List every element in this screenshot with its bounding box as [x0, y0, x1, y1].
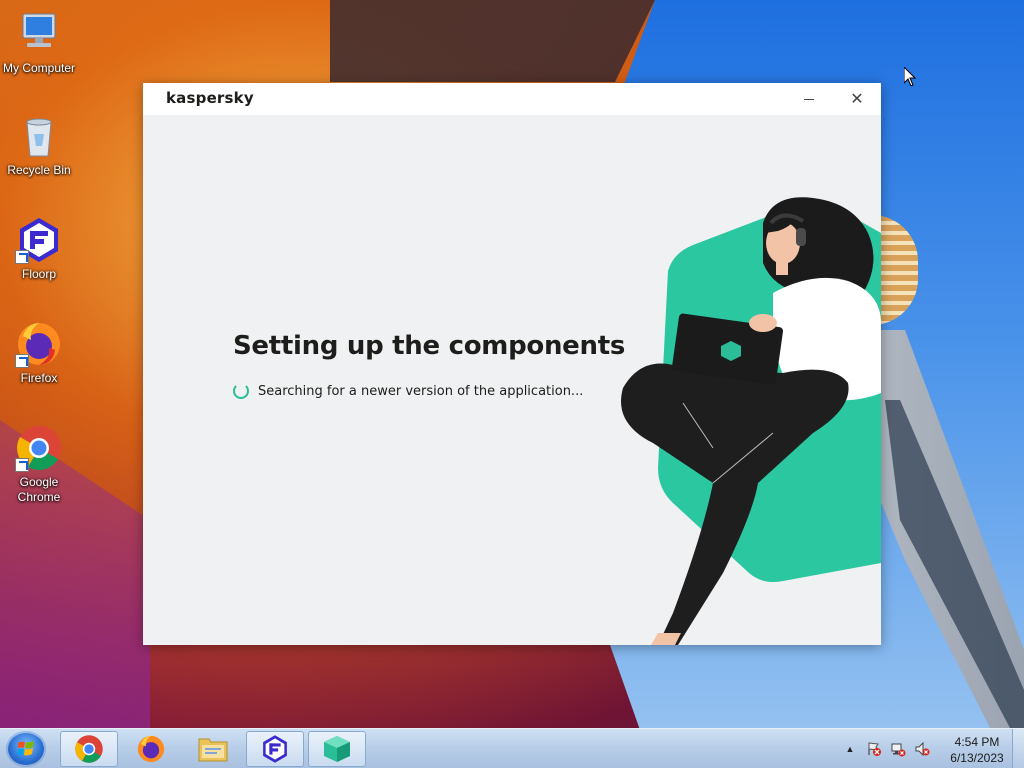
- desktop-icon-label: Floorp: [21, 267, 56, 281]
- clock-date: 6/13/2023: [950, 751, 1004, 765]
- folder-icon: [198, 738, 228, 762]
- taskbar-button-kaspersky[interactable]: [308, 731, 366, 767]
- chrome-icon: [15, 424, 63, 472]
- network-icon[interactable]: [890, 741, 906, 757]
- desktop-icon-label: My Computer: [2, 61, 76, 75]
- desktop-icon-my-computer[interactable]: My Computer: [1, 10, 77, 76]
- show-hidden-icons-button[interactable]: ▲: [842, 741, 858, 757]
- desktop-icon-label: Recycle Bin: [7, 163, 71, 177]
- close-button[interactable]: ✕: [842, 87, 872, 111]
- volume-muted-icon[interactable]: [914, 741, 930, 757]
- taskbar-button-explorer[interactable]: [184, 731, 242, 767]
- kaspersky-installer-window: kaspersky ✕ Setting up the components Se…: [143, 83, 881, 645]
- floorp-icon: [263, 735, 287, 763]
- loading-spinner-icon: [233, 383, 249, 399]
- page-title: Setting up the components: [233, 331, 625, 361]
- firefox-icon: [137, 735, 165, 763]
- status-text: Searching for a newer version of the app…: [258, 383, 584, 399]
- shortcut-arrow-icon: [15, 458, 29, 472]
- shortcut-arrow-icon: [15, 354, 29, 368]
- firefox-icon: [15, 320, 63, 368]
- shortcut-arrow-icon: [15, 250, 29, 264]
- system-tray: ▲ 4:54 PM 6/13/2023: [842, 729, 1024, 768]
- close-icon: ✕: [850, 91, 864, 108]
- computer-icon: [15, 10, 63, 58]
- desktop-icon-label: Firefox: [20, 371, 58, 385]
- show-desktop-button[interactable]: [1012, 729, 1024, 768]
- windows-logo-icon: [17, 741, 34, 756]
- taskbar: ▲ 4:54 PM 6/13/2023: [0, 728, 1024, 768]
- desktop-icon-firefox[interactable]: Firefox: [1, 320, 77, 386]
- mouse-pointer-icon: [904, 67, 916, 86]
- taskbar-button-chrome[interactable]: [60, 731, 118, 767]
- kaspersky-box-icon: [324, 736, 350, 762]
- window-titlebar[interactable]: kaspersky ✕: [143, 83, 881, 115]
- start-button[interactable]: [6, 731, 46, 767]
- kaspersky-logo: kaspersky: [166, 89, 254, 107]
- taskbar-button-firefox[interactable]: [122, 731, 180, 767]
- desktop-icon-google-chrome[interactable]: Google Chrome: [1, 424, 77, 505]
- woman-with-tablet-illustration: [621, 197, 881, 645]
- recycle-bin-icon: [15, 112, 63, 160]
- minimize-icon: [804, 98, 814, 100]
- desktop-icon-recycle-bin[interactable]: Recycle Bin: [1, 112, 77, 178]
- taskbar-button-floorp[interactable]: [246, 731, 304, 767]
- desktop-icon-label: Google Chrome: [17, 475, 61, 504]
- action-center-flag-icon[interactable]: [866, 741, 882, 757]
- taskbar-clock[interactable]: 4:54 PM 6/13/2023: [942, 734, 1012, 766]
- status-row: Searching for a newer version of the app…: [233, 383, 583, 399]
- minimize-button[interactable]: [794, 87, 824, 111]
- chrome-icon: [75, 735, 103, 763]
- floorp-icon: [15, 216, 63, 264]
- desktop-icon-floorp[interactable]: Floorp: [1, 216, 77, 282]
- clock-time: 4:54 PM: [954, 735, 1000, 749]
